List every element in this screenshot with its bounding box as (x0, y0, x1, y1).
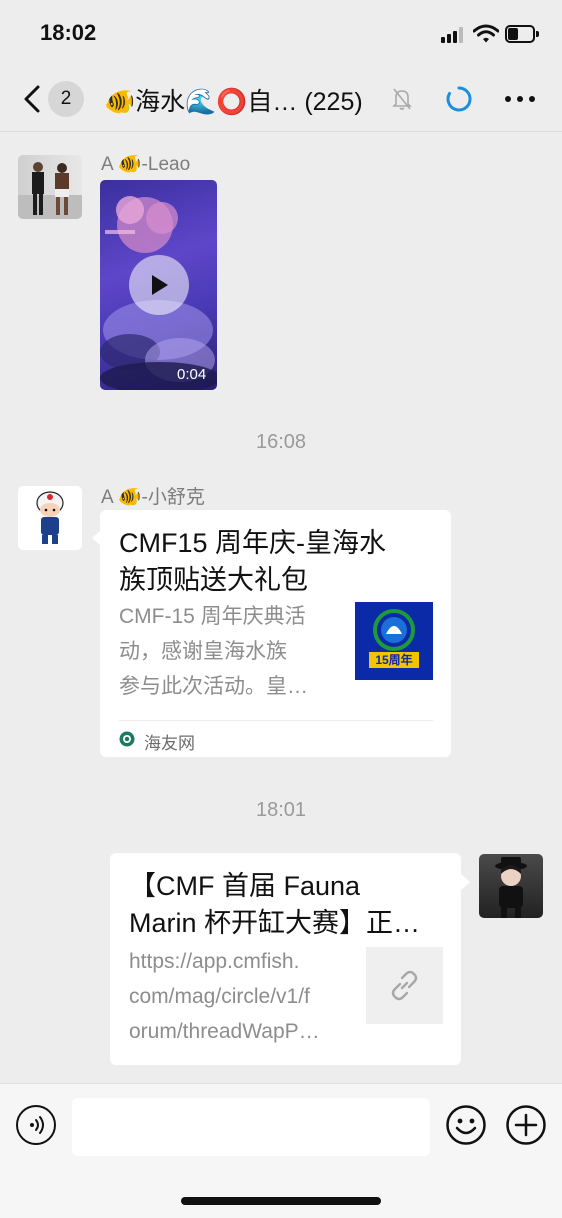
home-indicator[interactable] (181, 1197, 381, 1205)
loading-spinner-icon (446, 86, 472, 112)
video-duration: 0:04 (177, 366, 207, 383)
sender-name: A 🐠-Leao (101, 154, 191, 175)
link-card-title-line: Marin 杯开缸大赛】正… (129, 908, 421, 938)
link-card-url-line: https://app.cmfish. (129, 950, 300, 973)
message-text-input[interactable] (72, 1098, 430, 1156)
unread-count-badge[interactable]: 2 (48, 81, 84, 117)
bubble-arrow (461, 874, 470, 890)
chat-header: 2 🐠海水🌊⭕自… (225) (0, 66, 562, 132)
link-card-thumbnail: 15周年 (355, 602, 433, 680)
status-bar: 18:02 (0, 0, 562, 66)
link-card-thumbnail-text: 15周年 (375, 653, 413, 667)
emoji-icon[interactable] (446, 1105, 486, 1145)
link-card-source: 海友网 (144, 734, 195, 753)
link-card-fauna-marin[interactable]: 【CMF 首届 Fauna Marin 杯开缸大赛】正… https://app… (110, 853, 461, 1065)
chat-title: 🐠海水🌊⭕自… (225) (104, 88, 363, 116)
link-card-description-line: 动，感谢皇海水族 (119, 640, 287, 663)
back-chevron-icon[interactable] (18, 84, 46, 114)
link-card-url-line: orum/threadWapP… (129, 1020, 320, 1043)
battery-icon (505, 25, 539, 43)
voice-input-button[interactable] (16, 1105, 56, 1145)
voice-icon (30, 1116, 44, 1134)
link-card-divider (119, 720, 433, 721)
message-timestamp: 16:08 (255, 431, 307, 453)
link-card-url-line: com/mag/circle/v1/f (129, 985, 310, 1008)
link-card-description-line: CMF-15 周年庆典活 (119, 605, 306, 628)
play-video-button[interactable] (129, 255, 189, 315)
sender-avatar-xiaoshuke[interactable] (18, 486, 82, 550)
link-card-cmf15[interactable]: CMF15 周年庆-皇海水 族顶贴送大礼包 CMF-15 周年庆典活 动，感谢皇… (100, 510, 451, 757)
status-time: 18:02 (40, 20, 97, 45)
sender-avatar-leao[interactable] (18, 155, 82, 219)
more-options-icon[interactable] (505, 96, 535, 102)
link-icon (391, 970, 418, 1001)
mute-bell-icon (392, 88, 412, 110)
link-card-title-line: CMF15 周年庆-皇海水 (119, 528, 387, 558)
wifi-icon (473, 24, 499, 43)
link-card-placeholder-thumbnail (366, 947, 443, 1024)
source-logo-icon (119, 731, 135, 747)
link-card-title-line: 族顶贴送大礼包 (119, 565, 308, 595)
play-icon (152, 275, 168, 295)
cellular-signal-icon (441, 27, 465, 43)
link-card-title-line: 【CMF 首届 Fauna (129, 871, 361, 901)
sender-name: A 🐠-小舒克 (101, 487, 205, 508)
message-timestamp: 18:01 (255, 799, 307, 821)
add-attachment-icon[interactable] (506, 1105, 546, 1145)
link-card-description-line: 参与此次活动。皇… (119, 675, 308, 698)
my-avatar[interactable] (479, 854, 543, 918)
